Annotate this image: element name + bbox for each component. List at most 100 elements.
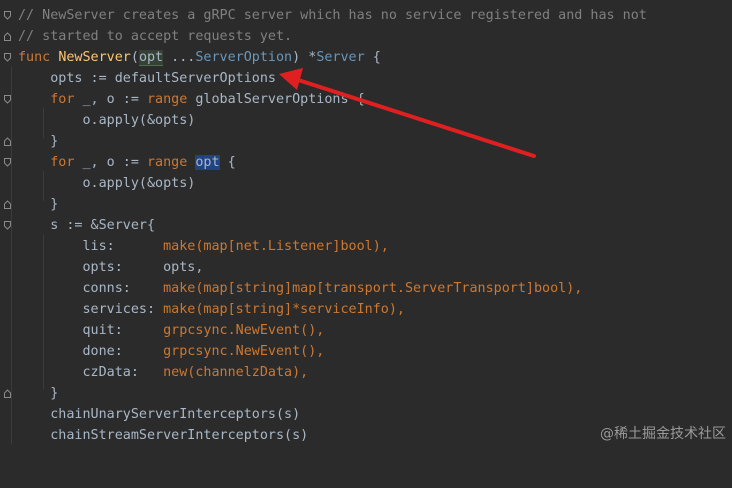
code-text: o.apply(&opts)	[18, 110, 196, 131]
code-line[interactable]: conns: make(map[string]map[transport.Ser…	[0, 278, 583, 299]
punct: {	[364, 50, 381, 65]
code-text: lis: make(map[net.Listener]bool),	[18, 236, 389, 257]
statement: _, o :=	[74, 92, 147, 107]
code-text: chainUnaryServerInterceptors(s)	[18, 404, 300, 425]
param-opt-highlight[interactable]: opt	[138, 50, 164, 66]
function-name[interactable]: NewServer	[58, 50, 131, 65]
keyword: range	[147, 155, 188, 170]
code-text: chainStreamServerInterceptors(s)	[18, 425, 308, 446]
field-value: make(map[string]*serviceInfo),	[163, 302, 405, 317]
type-name[interactable]: ServerOption	[195, 50, 292, 65]
code-line[interactable]: done: grpcsync.NewEvent(),	[0, 341, 325, 362]
statement: chainUnaryServerInterceptors(s)	[50, 407, 301, 422]
code-text: for _, o := range globalServerOptions {	[18, 89, 365, 110]
code-line[interactable]: // NewServer creates a gRPC server which…	[0, 5, 647, 26]
comment-text: // started to accept requests yet.	[18, 29, 293, 44]
punct: ) *	[292, 50, 317, 65]
field-value: make(map[net.Listener]bool),	[163, 239, 389, 254]
punct: (	[130, 50, 139, 65]
struct-field: czData:	[82, 365, 164, 380]
field-value: new(channelzData),	[163, 365, 309, 380]
code-text: }	[18, 383, 58, 404]
code-line[interactable]: czData: new(channelzData),	[0, 362, 309, 383]
struct-field: conns:	[82, 281, 164, 296]
comment-text: // NewServer creates a gRPC server which…	[18, 8, 647, 23]
code-text: czData: new(channelzData),	[18, 362, 309, 383]
fold-icon[interactable]	[4, 53, 11, 62]
fold-end-icon[interactable]	[4, 200, 11, 209]
code-line[interactable]: opts := defaultServerOptions	[0, 68, 276, 89]
statement: globalServerOptions {	[187, 92, 365, 107]
code-editor[interactable]: // NewServer creates a gRPC server which…	[0, 0, 732, 447]
statement: {	[219, 155, 236, 170]
code-text: services: make(map[string]*serviceInfo),	[18, 299, 405, 320]
fold-icon[interactable]	[4, 95, 11, 104]
code-line[interactable]: for _, o := range globalServerOptions {	[0, 89, 365, 110]
statement: }	[50, 134, 59, 149]
code-line[interactable]: lis: make(map[net.Listener]bool),	[0, 236, 389, 257]
fold-icon[interactable]	[4, 158, 11, 167]
punct: ...	[163, 50, 196, 65]
field-value: make(map[string]map[transport.ServerTran…	[163, 281, 583, 296]
fold-end-icon[interactable]	[4, 137, 11, 146]
statement: chainStreamServerInterceptors(s)	[50, 428, 309, 443]
code-line[interactable]: services: make(map[string]*serviceInfo),	[0, 299, 405, 320]
code-line[interactable]: quit: grpcsync.NewEvent(),	[0, 320, 325, 341]
keyword: for	[50, 92, 75, 107]
code-line[interactable]: o.apply(&opts)	[0, 173, 196, 194]
field-value: grpcsync.NewEvent(),	[163, 323, 325, 338]
code-line[interactable]: }	[0, 131, 58, 152]
code-line[interactable]: chainUnaryServerInterceptors(s)	[0, 404, 300, 425]
struct-field: services:	[82, 302, 164, 317]
fold-icon[interactable]	[4, 221, 11, 230]
watermark: @稀土掘金技术社区	[600, 426, 726, 442]
code-text: }	[18, 194, 58, 215]
type-name[interactable]: Server	[316, 50, 364, 65]
fold-end-icon[interactable]	[4, 389, 11, 398]
code-line[interactable]: }	[0, 194, 58, 215]
code-text: opts := defaultServerOptions	[18, 68, 276, 89]
code-line[interactable]: s := &Server{	[0, 215, 155, 236]
code-text: done: grpcsync.NewEvent(),	[18, 341, 325, 362]
code-line[interactable]: for _, o := range opt {	[0, 152, 236, 173]
code-text: conns: make(map[string]map[transport.Ser…	[18, 278, 583, 299]
param-opt-selected[interactable]: opt	[195, 155, 220, 170]
struct-field: opts:	[82, 260, 164, 275]
code-line[interactable]: func NewServer(opt ...ServerOption) *Ser…	[0, 47, 381, 68]
keyword: range	[147, 92, 188, 107]
code-text: s := &Server{	[18, 215, 155, 236]
code-line[interactable]: chainStreamServerInterceptors(s)	[0, 425, 308, 446]
statement: opts := defaultServerOptions	[50, 71, 276, 86]
statement: s := &Server{	[50, 218, 156, 233]
code-text: opts: opts,	[18, 257, 204, 278]
struct-field: done:	[82, 344, 164, 359]
code-line[interactable]: }	[0, 383, 58, 404]
code-line[interactable]: o.apply(&opts)	[0, 110, 196, 131]
statement: o.apply(&opts)	[82, 176, 196, 191]
fold-end-icon[interactable]	[4, 32, 11, 41]
code-line[interactable]: // started to accept requests yet.	[0, 26, 292, 47]
fold-icon[interactable]	[4, 11, 11, 20]
statement: }	[50, 386, 59, 401]
statement: }	[50, 197, 59, 212]
struct-field: lis:	[82, 239, 164, 254]
code-line[interactable]: opts: opts,	[0, 257, 204, 278]
